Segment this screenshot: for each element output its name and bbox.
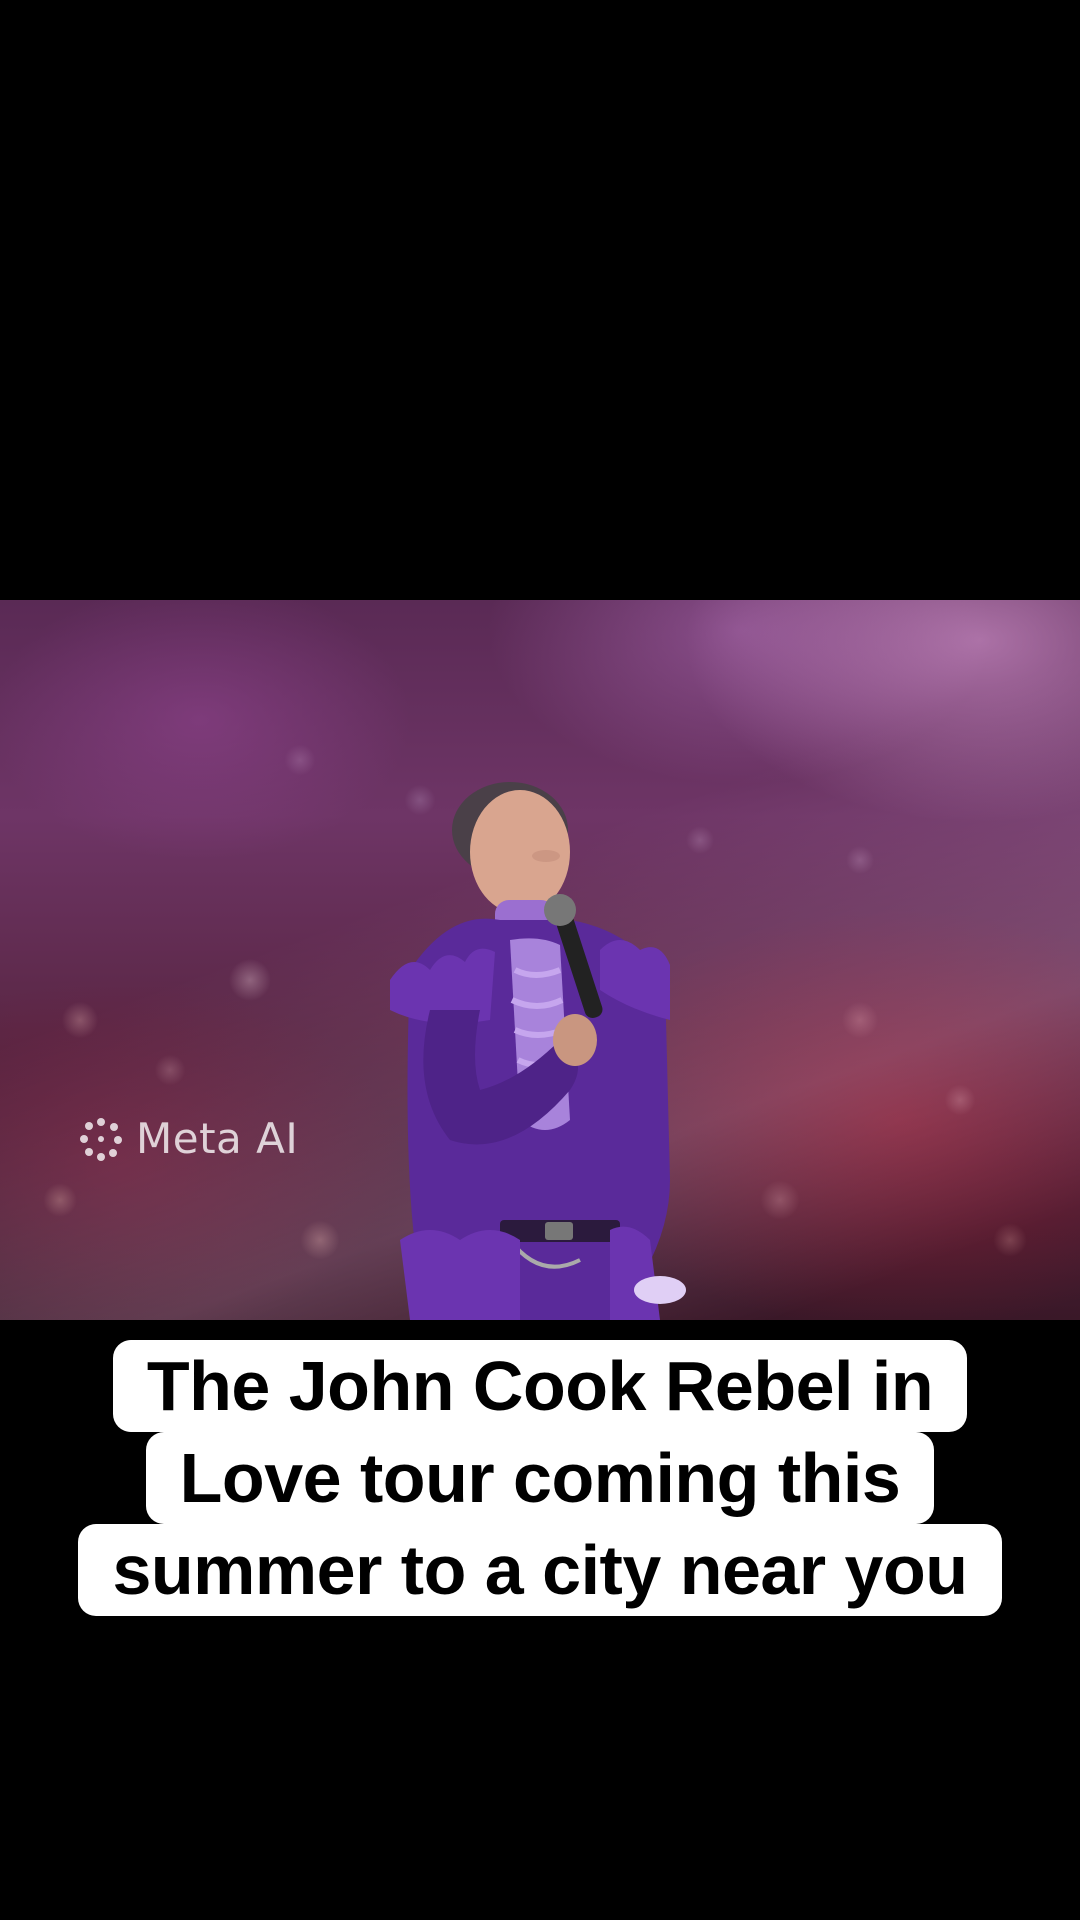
top-letterbox (0, 0, 1080, 600)
caption-line-3: summer to a city near you (78, 1524, 1002, 1616)
caption-line-1: The John Cook Rebel in (112, 1340, 968, 1432)
video-frame[interactable]: Meta AI (0, 600, 1080, 1320)
performer-figure (390, 782, 686, 1320)
video-caption: The John Cook Rebel in Love tour coming … (0, 1340, 1080, 1616)
meta-ai-sparkle-icon (80, 1117, 122, 1161)
meta-ai-watermark: Meta AI (78, 1114, 298, 1163)
watermark-label: Meta AI (136, 1114, 299, 1163)
caption-line-2: Love tour coming this (145, 1432, 935, 1524)
